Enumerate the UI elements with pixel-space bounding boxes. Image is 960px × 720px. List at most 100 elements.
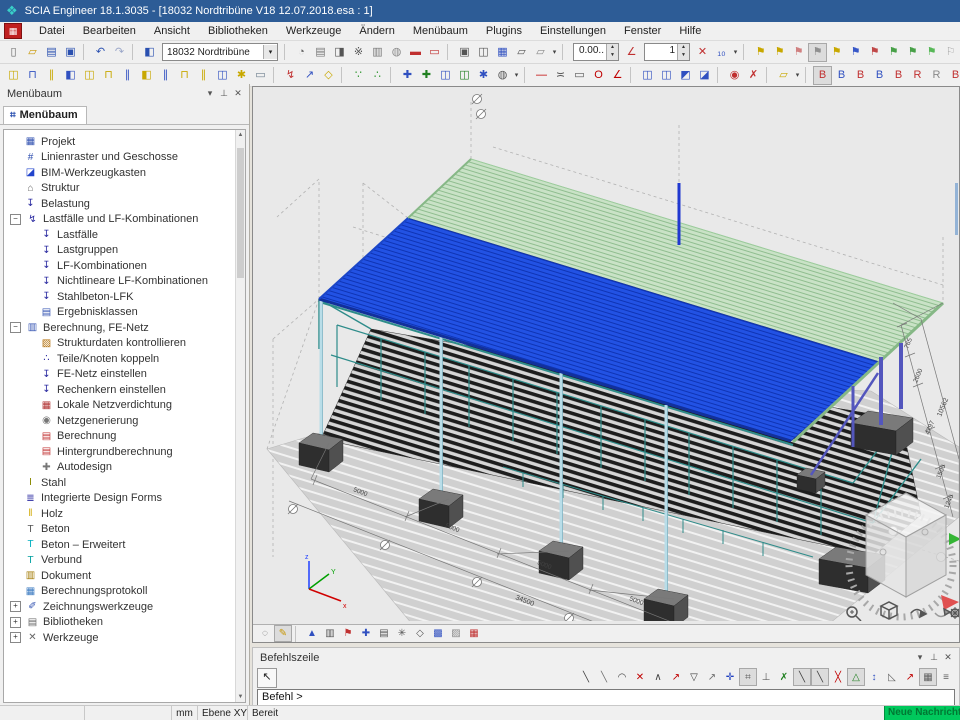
array-icon[interactable]: ✱ <box>474 66 493 85</box>
panel-close-icon[interactable]: ✕ <box>231 88 245 99</box>
volume-icon[interactable]: ◇ <box>411 625 429 642</box>
snap-vertical-icon[interactable]: ↕ <box>865 668 883 686</box>
tree-item-bim-werkzeugkasten[interactable]: ◪BIM-Werkzeugkasten <box>4 165 245 181</box>
angle-stepper[interactable]: ▲▼ <box>606 44 618 60</box>
menu-ändern[interactable]: Ändern <box>350 24 403 38</box>
cmd-pin-icon[interactable]: ⊥ <box>927 652 941 663</box>
view-flag-icon[interactable]: ⚑ <box>339 625 357 642</box>
snap-green-icon[interactable]: ✗ <box>775 668 793 686</box>
load-node-icon[interactable]: ↯ <box>281 66 300 85</box>
layers-icon[interactable]: ▤ <box>311 43 330 62</box>
snap-cursor-icon[interactable]: ✛ <box>721 668 739 686</box>
tree-item-berechnung[interactable]: ▤Berechnung <box>4 429 245 445</box>
scale-spinner[interactable]: 1▲▼ <box>644 43 690 61</box>
collapse-icon[interactable]: − <box>10 322 21 333</box>
viewport-3d-canvas[interactable]: 5000 5000 5000 5000 5000 34500 765 2600 <box>253 87 959 621</box>
coord-icon[interactable]: ※ <box>349 43 368 62</box>
activity-icon-11[interactable]: ⚐ <box>941 43 960 62</box>
tree-scrollbar[interactable]: ▲ ▼ <box>235 130 245 702</box>
new-messages-button[interactable]: Neue Nachrichten <box>884 706 960 720</box>
menu-datei[interactable]: Datei <box>30 24 74 38</box>
tree-item-holz[interactable]: ‖Holz <box>4 506 245 522</box>
tree-item-ergebnisklassen[interactable]: ▤Ergebnisklassen <box>4 305 245 321</box>
menu-werkzeuge[interactable]: Werkzeuge <box>277 24 350 38</box>
activity-icon-1[interactable]: ⚑ <box>751 43 770 62</box>
green-dots-icon-2[interactable]: ∴ <box>368 66 387 85</box>
beam-icon-8[interactable]: ◧ <box>137 66 156 85</box>
snap-table-icon[interactable]: ▦ <box>919 668 937 686</box>
tree-item-berechnungsprotokoll[interactable]: ▦Berechnungsprotokoll <box>4 584 245 600</box>
labels-abc-icon[interactable]: ✚ <box>357 625 375 642</box>
activity-icon-8[interactable]: ⚑ <box>884 43 903 62</box>
combo-dropdown-icon[interactable]: ▾ <box>263 45 277 59</box>
print-icon[interactable]: ▣ <box>455 43 474 62</box>
copy-icon-2[interactable]: ◫ <box>657 66 676 85</box>
menu-bearbeiten[interactable]: Bearbeiten <box>74 24 145 38</box>
b-icon-3[interactable]: B <box>851 66 870 85</box>
panel-collapse-icon[interactable]: ▾ <box>203 88 217 99</box>
tree-item-beton-erweitert[interactable]: TBeton – Erweitert <box>4 537 245 553</box>
arc-icon[interactable]: ∠ <box>608 66 627 85</box>
tree-item-integrierte-design-forms[interactable]: ≣Integrierte Design Forms <box>4 491 245 507</box>
activity-icon-2[interactable]: ⚑ <box>770 43 789 62</box>
new-project-icon[interactable]: ▯ <box>4 43 23 62</box>
panel-pin-icon[interactable]: ⊥ <box>217 88 231 99</box>
view-chart-icon[interactable]: ▥ <box>321 625 339 642</box>
b-icon-7[interactable]: R <box>927 66 946 85</box>
snap-line-icon-2[interactable]: ╲ <box>811 668 829 686</box>
tree-item-autodesign[interactable]: ✚Autodesign <box>4 460 245 476</box>
line-icon[interactable]: — <box>532 66 551 85</box>
beam-icon-5[interactable]: ◫ <box>80 66 99 85</box>
beam-icon-11[interactable]: ∥ <box>194 66 213 85</box>
tree-item-stahl[interactable]: ⅠStahl <box>4 475 245 491</box>
view-person-icon[interactable]: ▲ <box>303 625 321 642</box>
activity-icon-9[interactable]: ⚑ <box>903 43 922 62</box>
activity-icon-3[interactable]: ⚑ <box>789 43 808 62</box>
activity-icon-7[interactable]: ⚑ <box>865 43 884 62</box>
menu-hilfe[interactable]: Hilfe <box>670 24 710 38</box>
expand-icon[interactable]: + <box>10 617 21 628</box>
activity-icon-10[interactable]: ⚑ <box>922 43 941 62</box>
tree-item-werkzeuge[interactable]: +✕Werkzeuge <box>4 630 245 646</box>
tab-menubaum[interactable]: ⌗ Menübaum <box>3 106 87 124</box>
points-icon[interactable]: ✳ <box>393 625 411 642</box>
expand-icon[interactable]: + <box>10 632 21 643</box>
b-icon-8[interactable]: B <box>946 66 960 85</box>
undo-icon[interactable]: ↶ <box>91 43 110 62</box>
cmd-collapse-icon[interactable]: ▾ <box>913 652 927 663</box>
target-icon[interactable]: ◉ <box>725 66 744 85</box>
scroll-down-icon[interactable]: ▼ <box>236 692 245 702</box>
b-icon-2[interactable]: B <box>832 66 851 85</box>
snap-arc-icon[interactable]: ◠ <box>613 668 631 686</box>
tree-item-bibliotheken[interactable]: +▤Bibliotheken <box>4 615 245 631</box>
b-icon-5[interactable]: B <box>889 66 908 85</box>
tb3-more-icon[interactable]: ▾ <box>512 71 521 79</box>
viewport-scrollbar[interactable] <box>955 183 958 235</box>
beam-icon-3[interactable]: ∥ <box>42 66 61 85</box>
project-selector-combo[interactable]: 18032 Nordtribüne▾ <box>162 43 278 61</box>
tree-item-dokument[interactable]: ▥Dokument <box>4 568 245 584</box>
tree-item-netzgenerierung[interactable]: ◉Netzgenerierung <box>4 413 245 429</box>
tree-item-zeichnungswerkzeuge[interactable]: +✐Zeichnungswerkzeuge <box>4 599 245 615</box>
snap-midpoint-icon[interactable]: ╲ <box>595 668 613 686</box>
menu-einstellungen[interactable]: Einstellungen <box>531 24 615 38</box>
beam-icon-10[interactable]: ⊓ <box>175 66 194 85</box>
open-project-icon[interactable]: ▱ <box>23 43 42 62</box>
scale-value[interactable]: 1 <box>645 44 677 60</box>
tree-item-strukturdaten-kontrollieren[interactable]: ▨Strukturdaten kontrollieren <box>4 336 245 352</box>
snap-polar-icon[interactable]: ↗ <box>901 668 919 686</box>
app-menu-icon[interactable]: ▦ <box>4 23 22 39</box>
add-node-icon[interactable]: ✚ <box>417 66 436 85</box>
status-plane[interactable]: Ebene XY <box>198 706 248 720</box>
load-beam-icon[interactable]: ↗ <box>300 66 319 85</box>
menu-ansicht[interactable]: Ansicht <box>145 24 199 38</box>
load-surface-icon[interactable]: ◇ <box>319 66 338 85</box>
tree-item-nichtlineare-lf-kombinationen[interactable]: ↧Nichtlineare LF-Kombinationen <box>4 274 245 290</box>
snap-extension-icon[interactable]: ↗ <box>703 668 721 686</box>
snap-cross-icon[interactable]: ╳ <box>829 668 847 686</box>
select-icon[interactable]: ◍ <box>493 66 512 85</box>
grid-blue-icon[interactable]: ▩ <box>429 625 447 642</box>
beam-icon-2[interactable]: ⊓ <box>23 66 42 85</box>
tree-item-belastung[interactable]: ↧Belastung <box>4 196 245 212</box>
menu-bibliotheken[interactable]: Bibliotheken <box>199 24 277 38</box>
